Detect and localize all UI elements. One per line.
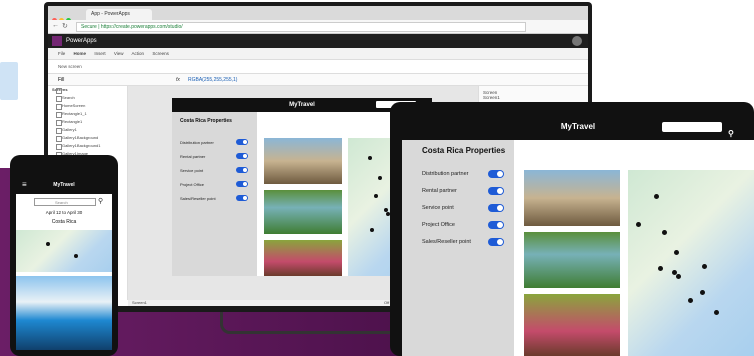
search-icon[interactable]: ⚲ xyxy=(728,121,734,147)
toggle-label: Project Office xyxy=(180,182,204,187)
tablet-app-title: MyTravel xyxy=(560,122,596,131)
status-screen[interactable]: Screen1 xyxy=(132,300,147,305)
toggle-switch[interactable] xyxy=(236,167,248,173)
toggle-label: Distribution partner xyxy=(422,171,469,177)
browser-tab[interactable]: App - PowerApps xyxy=(86,9,152,20)
tree-item[interactable]: Gallery1 xyxy=(48,126,127,134)
props-screen-name: Screen1 xyxy=(483,95,500,100)
property-photo-room[interactable] xyxy=(264,240,342,276)
menu-insert[interactable]: Insert xyxy=(94,51,105,56)
powerapps-header: PowerApps xyxy=(48,34,588,48)
app-launcher-icon[interactable] xyxy=(52,36,62,46)
new-screen-button[interactable]: New screen xyxy=(58,64,82,69)
tree-item[interactable]: Gallery1Background1 xyxy=(48,142,127,150)
status-preview[interactable]: Off xyxy=(384,300,389,306)
property-photo-house[interactable] xyxy=(524,232,620,288)
phone-header: ≡ MyTravel xyxy=(16,176,112,194)
property-photo-patio[interactable] xyxy=(524,170,620,226)
url-input[interactable]: Secure | https://create.powerapps.com/st… xyxy=(76,22,526,32)
tablet-screen: MyTravel ⚲ Costa Rica Properties Distrib… xyxy=(402,114,754,356)
property-photo-house[interactable] xyxy=(264,190,342,234)
formula-bar: Fill fx RGBA(255,255,255,1) xyxy=(48,74,588,86)
map-pin-icon[interactable] xyxy=(374,194,378,198)
map-pin-icon[interactable] xyxy=(662,230,667,235)
phone-screen: ≡ MyTravel Search ⚲ April 12 to April 30… xyxy=(16,176,112,350)
fx-icon: fx xyxy=(176,77,180,83)
browser-tabbar: App - PowerApps xyxy=(48,6,588,23)
toggle-label: Project Office xyxy=(422,222,455,228)
tree-header: Screens xyxy=(48,86,127,94)
tablet-search-input[interactable] xyxy=(662,122,722,132)
studio-menubar: File Home Insert View Action Screens xyxy=(48,48,588,60)
phone-date-range: April 12 to April 30 xyxy=(45,210,83,215)
hamburger-menu-icon[interactable]: ≡ xyxy=(22,181,27,189)
toggle-label: Sales/Reseller point xyxy=(422,239,471,245)
toggle-switch[interactable] xyxy=(488,170,504,178)
toggle-switch[interactable] xyxy=(236,139,248,145)
property-photo-patio[interactable] xyxy=(264,138,342,184)
map-pin-icon[interactable] xyxy=(702,264,707,269)
tree-item[interactable]: Search xyxy=(48,94,127,102)
menu-view[interactable]: View xyxy=(114,51,124,56)
toggle-switch[interactable] xyxy=(488,238,504,246)
map-pin-icon[interactable] xyxy=(676,274,681,279)
map-pin-icon[interactable] xyxy=(714,310,719,315)
toggle-label: Service point xyxy=(180,168,204,173)
toggle-label: Sales/Reseller point xyxy=(180,196,216,201)
map-pin-icon[interactable] xyxy=(654,194,659,199)
toggle-switch[interactable] xyxy=(236,181,248,187)
toggle-label: Service point xyxy=(422,205,454,211)
menu-screens[interactable]: Screens xyxy=(152,51,169,56)
property-photo-pool[interactable] xyxy=(16,276,112,350)
map-pin-icon[interactable] xyxy=(74,254,78,258)
menu-file[interactable]: File xyxy=(58,51,65,56)
map-pin-icon[interactable] xyxy=(658,266,663,271)
studio-ribbon: New screen xyxy=(48,60,588,74)
map-pin-icon[interactable] xyxy=(370,228,374,232)
map-pin-icon[interactable] xyxy=(46,242,50,246)
toggle-label: Distribution partner xyxy=(180,140,214,145)
property-photo-room[interactable] xyxy=(524,294,620,356)
filter-panel xyxy=(172,112,257,276)
map-pin-icon[interactable] xyxy=(636,222,641,227)
background-card xyxy=(0,62,18,100)
map-pin-icon[interactable] xyxy=(688,298,693,303)
formula-input[interactable]: RGBA(255,255,255,1) xyxy=(188,74,237,86)
powerapps-brand: PowerApps xyxy=(66,38,97,44)
laptop-stand xyxy=(220,312,400,334)
app-title: MyTravel xyxy=(289,102,315,108)
toggle-switch[interactable] xyxy=(488,221,504,229)
tablet-section-title: Costa Rica Properties xyxy=(422,146,506,155)
tree-item[interactable]: Gallery1Background xyxy=(48,134,127,142)
phone-search-input[interactable]: Search xyxy=(34,198,96,206)
tablet-map[interactable] xyxy=(628,170,754,356)
avatar[interactable] xyxy=(572,36,582,46)
phone-app-title: MyTravel xyxy=(53,182,75,188)
property-dropdown[interactable]: Fill xyxy=(58,74,64,86)
tablet-header: MyTravel ⚲ xyxy=(402,114,754,140)
toggle-switch[interactable] xyxy=(236,195,248,201)
tree-item[interactable]: HomeScreen xyxy=(48,102,127,110)
map-pin-icon[interactable] xyxy=(378,176,382,180)
phone-map[interactable] xyxy=(16,230,112,272)
tree-item[interactable]: Rectangle1_1 xyxy=(48,110,127,118)
toggle-switch[interactable] xyxy=(488,204,504,212)
phone-country: Costa Rica xyxy=(51,219,77,225)
toggle-switch[interactable] xyxy=(236,153,248,159)
section-title: Costa Rica Properties xyxy=(180,118,232,124)
map-pin-icon[interactable] xyxy=(368,156,372,160)
back-arrow-icon[interactable]: ← xyxy=(52,22,59,29)
reload-icon[interactable]: ↻ xyxy=(62,22,68,30)
toggle-switch[interactable] xyxy=(488,187,504,195)
search-icon[interactable]: ⚲ xyxy=(98,197,103,205)
map-pin-icon[interactable] xyxy=(674,250,679,255)
toggle-label: Rental partner xyxy=(422,188,457,194)
menu-home[interactable]: Home xyxy=(74,51,87,56)
toggle-label: Rental partner xyxy=(180,154,206,159)
tree-item[interactable]: Rectangle1 xyxy=(48,118,127,126)
map-pin-icon[interactable] xyxy=(700,290,705,295)
menu-action[interactable]: Action xyxy=(132,51,145,56)
